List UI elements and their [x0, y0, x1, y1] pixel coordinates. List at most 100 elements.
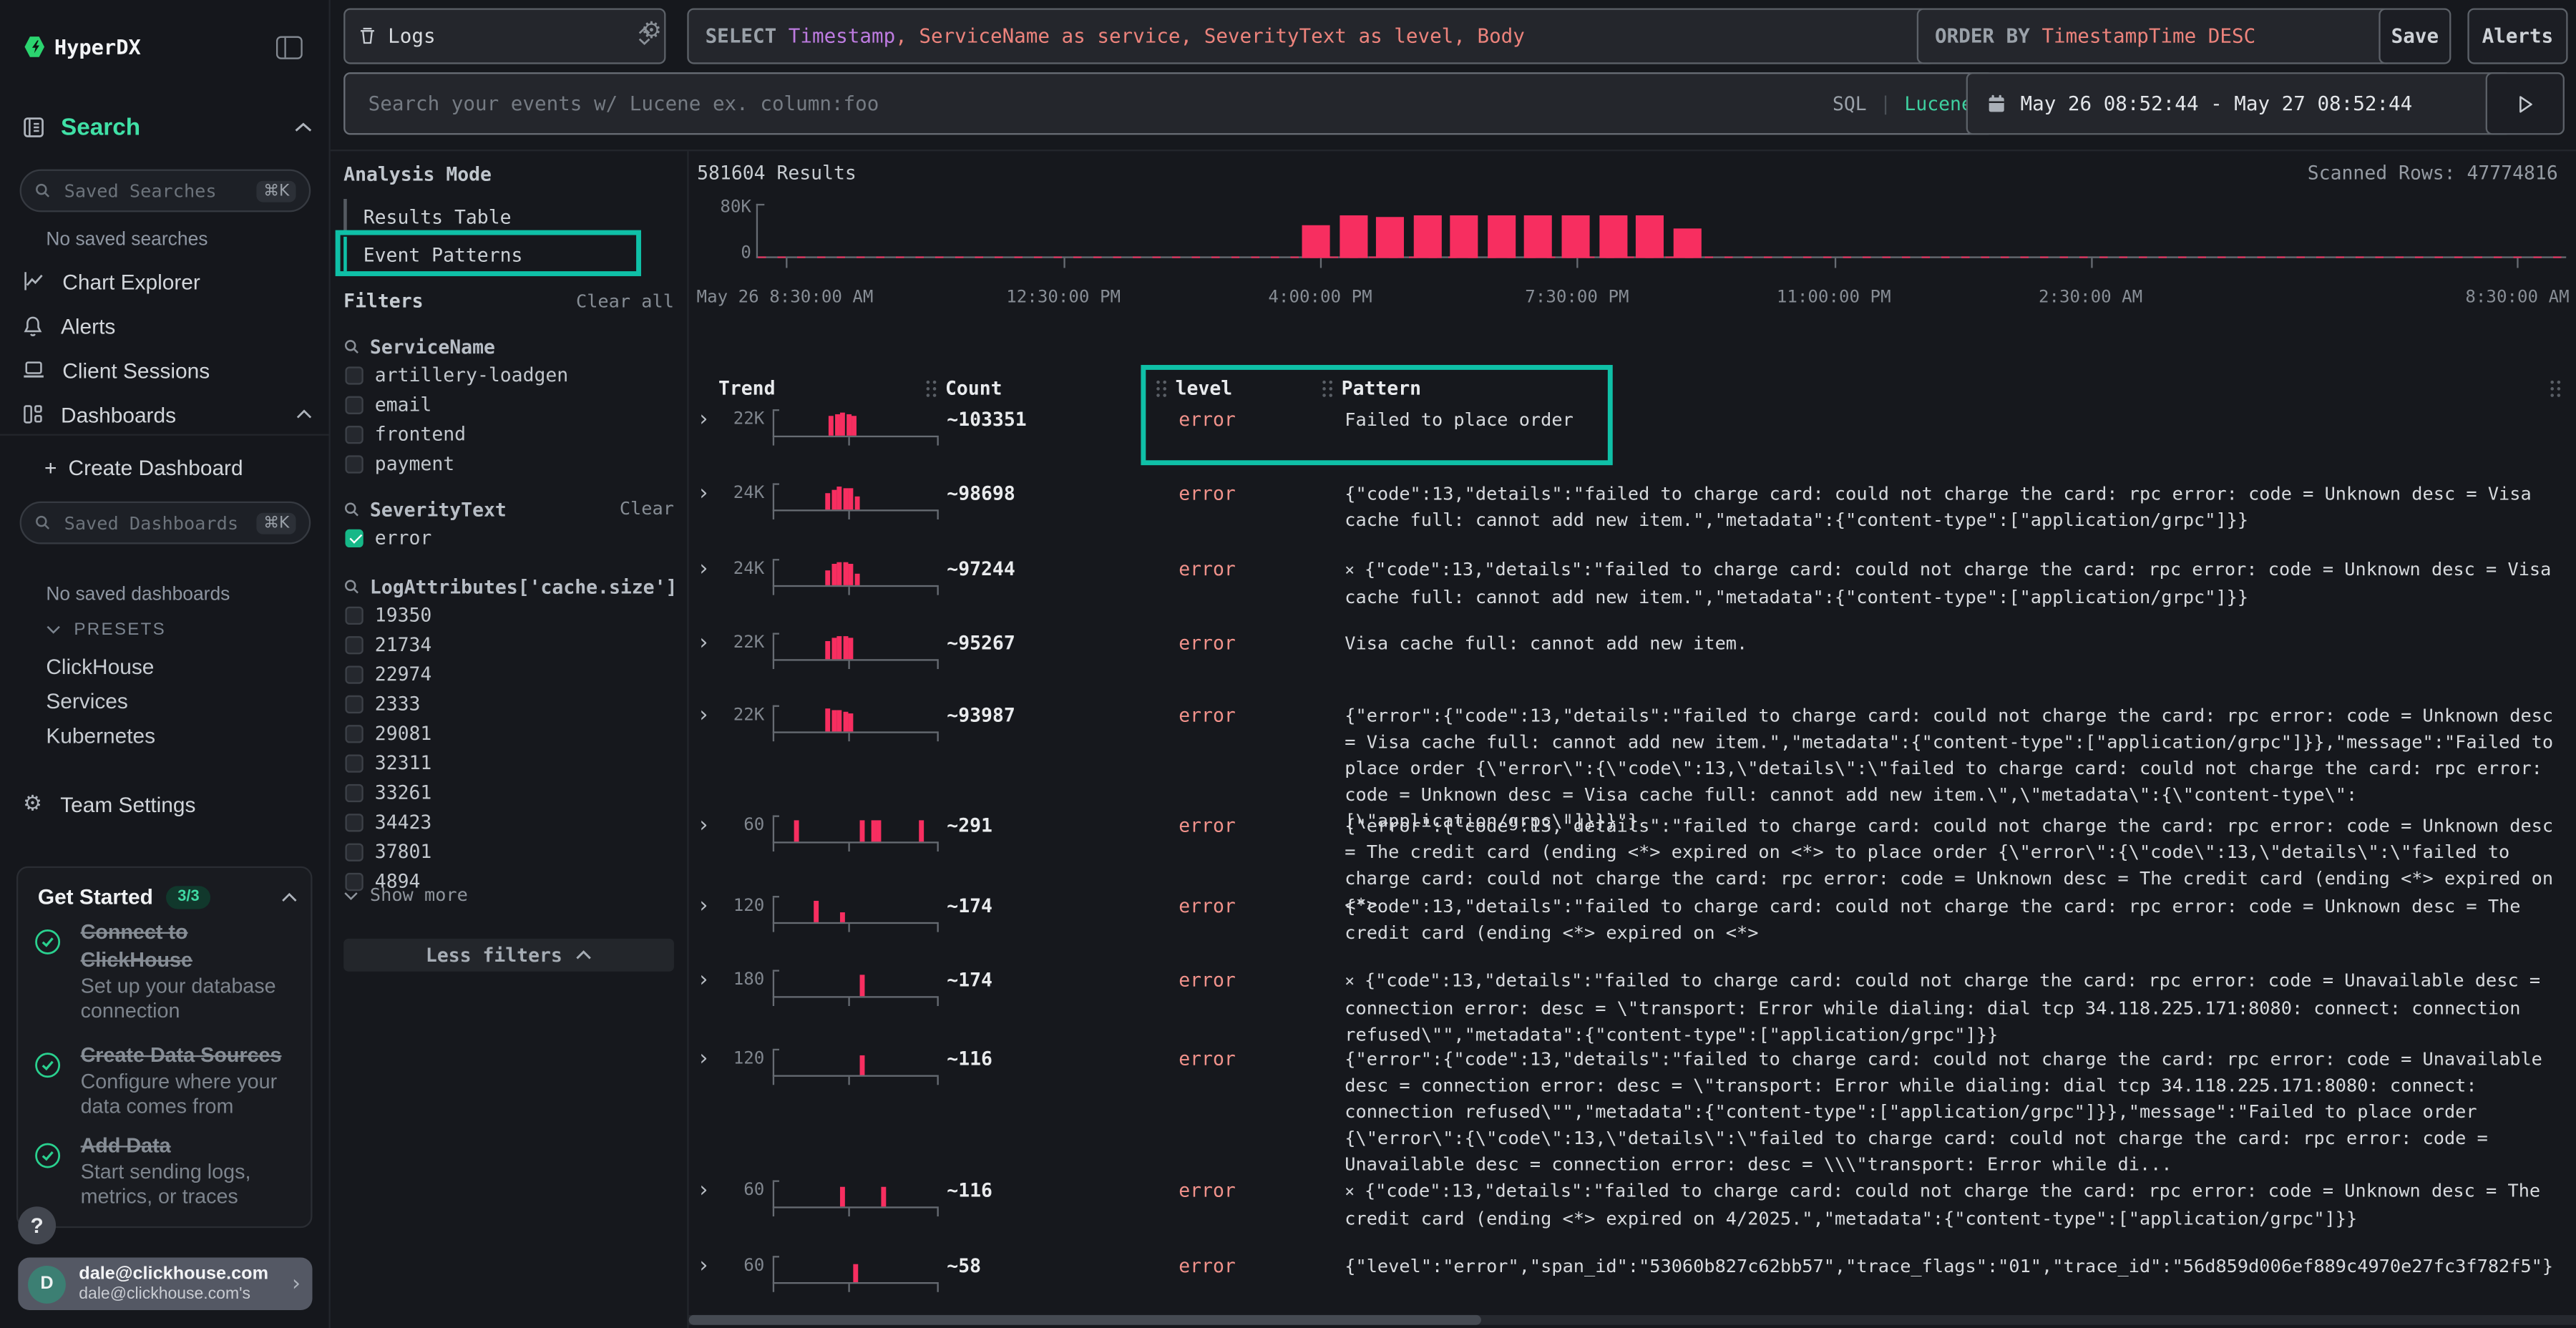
sidebar-collapse-button[interactable]: [276, 36, 303, 59]
chevron-up-icon[interactable]: [281, 892, 298, 902]
chevron-up-icon: [294, 122, 312, 133]
pattern-text: × {"code":13,"details":"failed to charge…: [1345, 557, 2561, 612]
filter-item[interactable]: artillery-loadgen: [343, 360, 674, 389]
column-header-pattern[interactable]: Pattern: [1342, 376, 1421, 399]
sparkline-bar: [836, 487, 841, 509]
results-histogram[interactable]: May 26 8:30:00 AM12:30:00 PM4:00:00 PM7:…: [758, 204, 2566, 258]
scrollbar-thumb[interactable]: [689, 1315, 1482, 1325]
show-more-button[interactable]: Show more: [343, 884, 468, 906]
filter-item[interactable]: 34423: [343, 807, 674, 836]
search-input[interactable]: [365, 90, 1820, 117]
pattern-level: error: [1179, 814, 1236, 836]
order-by-keyword: ORDER BY: [1935, 24, 2041, 47]
pattern-count: ~291: [947, 814, 992, 836]
drag-handle-icon[interactable]: [925, 380, 937, 398]
source-settings-gear-icon[interactable]: ⚙: [641, 20, 662, 43]
order-by-value: TimestampTime DESC: [2041, 24, 2255, 47]
horizontal-scrollbar[interactable]: [689, 1315, 2576, 1325]
checkbox[interactable]: [345, 783, 363, 801]
saved-searches-input[interactable]: ⌘K: [20, 170, 311, 213]
source-select[interactable]: Logs: [343, 8, 665, 64]
create-dashboard-button[interactable]: + Create Dashboard: [44, 455, 243, 479]
sql-mode-toggle[interactable]: SQL: [1833, 92, 1867, 115]
event-search-input[interactable]: SQL | Lucene: [343, 72, 1994, 135]
filter-item[interactable]: 29081: [343, 718, 674, 748]
checkbox[interactable]: [345, 724, 363, 742]
get-started-item-add-data[interactable]: Add Data Start sending logs, metrics, or…: [34, 1133, 301, 1209]
select-query-input[interactable]: SELECT Timestamp, ServiceName as service…: [687, 8, 1936, 64]
sidebar-item-dashboards[interactable]: Dashboards: [23, 399, 312, 429]
mode-results-table[interactable]: Results Table: [343, 199, 590, 233]
date-range-picker[interactable]: May 26 08:52:44 - May 27 08:52:44: [1966, 72, 2512, 135]
pattern-text: × {"code":13,"details":"failed to charge…: [1345, 1178, 2561, 1233]
save-button[interactable]: Save: [2379, 8, 2451, 64]
filter-item[interactable]: frontend: [343, 419, 674, 449]
filter-item-label: 33261: [375, 781, 432, 804]
filter-item[interactable]: error: [343, 523, 674, 552]
user-subtitle: dale@clickhouse.com's: [79, 1285, 276, 1304]
pattern-count: ~98698: [947, 482, 1015, 504]
saved-dashboards-input[interactable]: ⌘K: [20, 502, 311, 545]
sidebar-item-team-settings[interactable]: ⚙ Team Settings: [23, 792, 195, 816]
drag-handle-icon[interactable]: [2550, 380, 2561, 398]
checkbox[interactable]: [345, 665, 363, 683]
filters-title: Filters: [343, 289, 423, 312]
histogram-bar: [1413, 215, 1441, 258]
checkbox[interactable]: [345, 753, 363, 771]
help-button[interactable]: ?: [18, 1206, 56, 1244]
checkbox[interactable]: [345, 813, 363, 831]
order-by-input[interactable]: ORDER BY TimestampTime DESC: [1917, 8, 2394, 64]
user-menu[interactable]: D dale@clickhouse.com dale@clickhouse.co…: [18, 1258, 312, 1311]
filter-item[interactable]: 2333: [343, 689, 674, 718]
chevron-down-icon: [343, 890, 358, 900]
preset-kubernetes[interactable]: Kubernetes: [46, 723, 155, 748]
filter-item[interactable]: 37801: [343, 836, 674, 866]
checkbox[interactable]: [345, 695, 363, 713]
checkbox[interactable]: [345, 606, 363, 624]
run-query-button[interactable]: [2486, 72, 2565, 135]
checkbox[interactable]: [345, 842, 363, 860]
checkbox[interactable]: [345, 366, 363, 384]
checkbox[interactable]: [345, 635, 363, 653]
filter-item[interactable]: 21734: [343, 630, 674, 659]
checkbox[interactable]: [345, 425, 363, 443]
checkbox[interactable]: [345, 396, 363, 414]
filter-item[interactable]: 22974: [343, 659, 674, 688]
preset-services[interactable]: Services: [46, 689, 128, 713]
sidebar-item-client-sessions[interactable]: Client Sessions: [23, 355, 312, 384]
clear-all-button[interactable]: Clear all: [576, 291, 674, 313]
checkbox[interactable]: [345, 529, 363, 547]
saved-dashboards-field[interactable]: [61, 510, 247, 534]
drag-handle-icon[interactable]: [1156, 380, 1167, 398]
pattern-level: error: [1179, 1047, 1236, 1070]
sparkline-bar: [831, 490, 836, 510]
filter-item[interactable]: 33261: [343, 778, 674, 807]
less-filters-button[interactable]: Less filters: [343, 939, 674, 972]
sparkline-bar: [831, 638, 836, 659]
get-started-item-connect[interactable]: Connect to ClickHouse Set up your databa…: [34, 919, 301, 1022]
sidebar-section-search[interactable]: Search: [23, 114, 312, 142]
histogram-bar: [1488, 215, 1516, 258]
filter-item[interactable]: email: [343, 389, 674, 419]
app-title: HyperDX: [54, 34, 141, 59]
mode-event-patterns[interactable]: Event Patterns: [343, 237, 590, 271]
column-header-count[interactable]: Count: [945, 376, 1002, 399]
lucene-mode-toggle[interactable]: Lucene: [1904, 92, 1972, 115]
alerts-button[interactable]: Alerts: [2467, 8, 2567, 64]
column-header-trend[interactable]: Trend: [718, 376, 776, 399]
filter-group-name: ServiceName: [370, 335, 495, 358]
filter-item[interactable]: payment: [343, 449, 674, 478]
get-started-item-sources[interactable]: Create Data Sources Configure where your…: [34, 1043, 301, 1118]
filter-item[interactable]: 32311: [343, 748, 674, 777]
sidebar-item-chart-explorer[interactable]: Chart Explorer: [23, 266, 312, 296]
filter-item-label: 37801: [375, 840, 432, 863]
presets-toggle[interactable]: PRESETS: [46, 620, 166, 640]
filter-clear-button[interactable]: Clear: [620, 498, 674, 519]
checkbox[interactable]: [345, 454, 363, 472]
filter-item[interactable]: 19350: [343, 600, 674, 630]
sidebar-item-alerts[interactable]: Alerts: [23, 311, 312, 340]
preset-clickhouse[interactable]: ClickHouse: [46, 654, 154, 678]
column-header-level[interactable]: level: [1176, 376, 1233, 399]
saved-searches-field[interactable]: [61, 178, 247, 202]
drag-handle-icon[interactable]: [1322, 380, 1333, 398]
